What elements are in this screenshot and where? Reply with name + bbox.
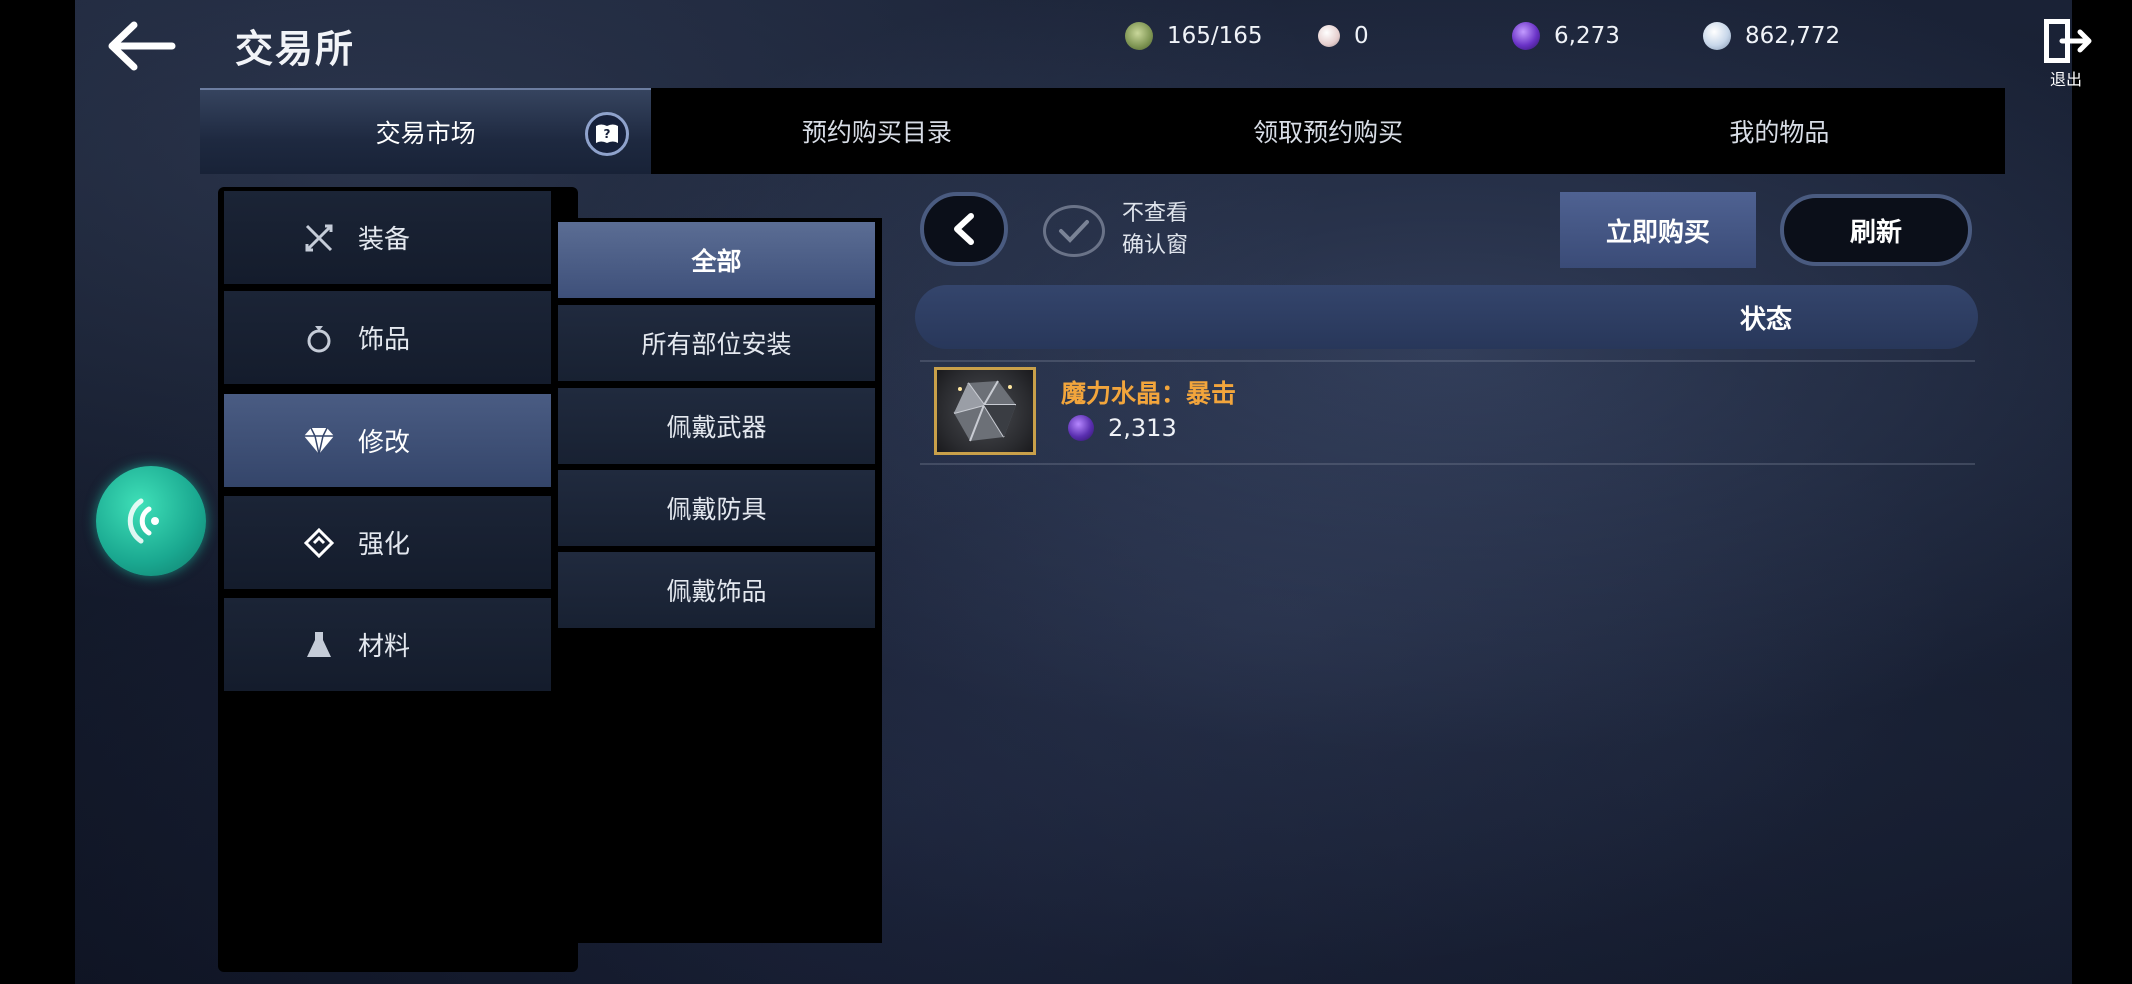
- subcategory-all[interactable]: 全部: [558, 222, 875, 298]
- category-accessory[interactable]: 饰品: [224, 291, 551, 384]
- left-letterbox: [0, 0, 75, 984]
- category-label: 修改: [358, 428, 411, 458]
- silver-coin-icon: [1703, 22, 1731, 50]
- subcategory-all-slots[interactable]: 所有部位安装: [558, 305, 875, 381]
- subcategory-accessory[interactable]: 佩戴饰品: [558, 552, 875, 628]
- status-header-bar: 状态: [915, 285, 1978, 349]
- crystal-orb-icon: [1068, 415, 1094, 441]
- item-name: 魔力水晶：暴击: [1061, 379, 1237, 408]
- tab-reservation-catalog[interactable]: 预约购买目录: [651, 88, 1102, 174]
- currency-crystal-value: 6,273: [1554, 23, 1620, 49]
- enhance-icon: [302, 526, 336, 560]
- tab-label: 交易市场: [375, 119, 476, 148]
- exit-label: 退出: [2049, 70, 2082, 89]
- list-divider-bottom: [920, 463, 1975, 465]
- crystal-orb-icon: [1512, 22, 1540, 50]
- category-label: 饰品: [358, 325, 411, 355]
- tab-bar: 交易市场 ? 预约购买目录 领取预约购买 我的物品: [200, 88, 2005, 174]
- category-label: 强化: [358, 530, 411, 560]
- crossed-swords-icon: [302, 221, 336, 255]
- skip-confirm-label: 不查看 确认窗: [1122, 198, 1188, 262]
- exit-door-icon: [2044, 19, 2092, 63]
- checkmark-icon: [1059, 220, 1089, 243]
- skip-confirm-line2: 确认窗: [1122, 233, 1189, 258]
- chevron-left-icon: [954, 213, 974, 245]
- buy-now-button[interactable]: 立即购买: [1560, 192, 1756, 268]
- category-label: 装备: [358, 225, 411, 255]
- currency-stamina: 165/165: [1119, 18, 1289, 54]
- tab-label: 领取预约购买: [1253, 118, 1404, 147]
- signal-icon: [127, 498, 159, 544]
- magic-crystal-item-icon: [934, 367, 1036, 455]
- category-panel: 装备 饰品 修改 强化 材料: [218, 187, 578, 972]
- subcategory-weapon[interactable]: 佩戴武器: [558, 388, 875, 464]
- tab-trading-market[interactable]: 交易市场 ?: [200, 88, 652, 174]
- category-enhance[interactable]: 强化: [224, 496, 551, 589]
- svg-text:?: ?: [604, 127, 611, 141]
- category-materials[interactable]: 材料: [224, 598, 551, 691]
- diamond-icon: [302, 424, 336, 458]
- item-price: 2,313: [1068, 414, 1177, 442]
- back-button[interactable]: [108, 20, 178, 72]
- ring-icon: [302, 321, 336, 355]
- subcategory-armor[interactable]: 佩戴防具: [558, 470, 875, 546]
- arrow-left-icon: [108, 21, 176, 71]
- tab-label: 我的物品: [1729, 118, 1830, 147]
- stamina-icon: [1125, 22, 1153, 50]
- currency-stamina-value: 165/165: [1167, 23, 1263, 49]
- floating-signal-button[interactable]: [96, 466, 206, 576]
- currency-silver-value: 862,772: [1745, 23, 1841, 49]
- page-title: 交易所: [235, 27, 356, 71]
- item-price-value: 2,313: [1108, 414, 1177, 442]
- subcategory-label: 佩戴饰品: [666, 577, 767, 606]
- help-book-icon[interactable]: ?: [585, 112, 630, 156]
- skip-confirm-line1: 不查看: [1122, 201, 1189, 226]
- tab-collect-reservation[interactable]: 领取预约购买: [1103, 88, 1554, 174]
- subcategory-label: 所有部位安装: [641, 330, 792, 359]
- book-question-glyph: ?: [596, 124, 619, 143]
- status-header-label: 状态: [1740, 304, 1793, 335]
- refresh-button[interactable]: 刷新: [1780, 194, 1972, 266]
- tab-label: 预约购买目录: [801, 118, 952, 147]
- flask-icon: [302, 628, 336, 662]
- subcategory-label: 佩戴防具: [666, 495, 767, 524]
- category-modify[interactable]: 修改: [224, 394, 551, 487]
- currency-crystal: 6,273: [1506, 18, 1676, 54]
- subcategory-panel: 全部 所有部位安装 佩戴武器 佩戴防具 佩戴饰品: [555, 218, 882, 943]
- skip-confirm-checkbox[interactable]: [1043, 205, 1105, 257]
- collapse-button[interactable]: [920, 192, 1008, 266]
- crystal-shape: [953, 380, 1016, 442]
- subcategory-label: 佩戴武器: [666, 413, 767, 442]
- pearl-icon: [1318, 25, 1340, 47]
- category-label: 材料: [358, 632, 411, 662]
- list-item[interactable]: 魔力水晶：暴击 2,313: [920, 362, 1975, 462]
- currency-pearl: 0: [1312, 18, 1482, 54]
- subcategory-label: 全部: [691, 247, 742, 276]
- currency-pearl-value: 0: [1354, 23, 1369, 49]
- category-equipment[interactable]: 装备: [224, 191, 551, 284]
- right-letterbox: [2072, 0, 2132, 984]
- tab-my-items[interactable]: 我的物品: [1554, 88, 2005, 174]
- exit-button[interactable]: 退出: [2040, 16, 2092, 89]
- currency-silver: 862,772: [1697, 18, 1867, 54]
